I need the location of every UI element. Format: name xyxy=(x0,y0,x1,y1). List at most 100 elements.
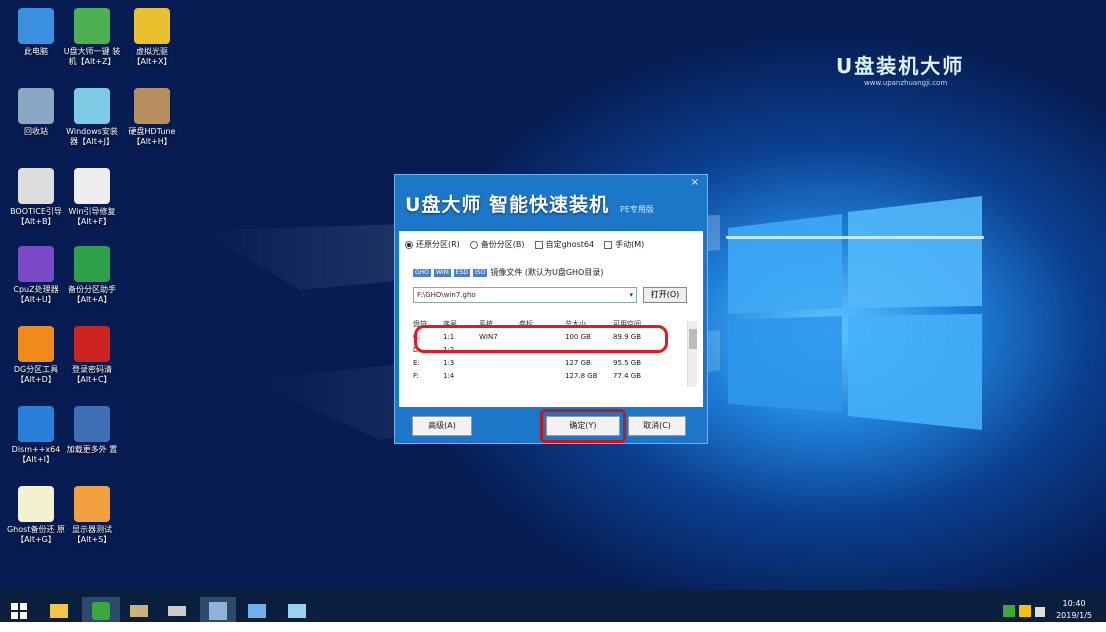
checkbox[interactable] xyxy=(604,240,613,249)
table-cell: 77.4 GB xyxy=(613,371,642,380)
mode-option-label: 还原分区(R) xyxy=(416,240,460,249)
desktop-icon[interactable]: 显示器测试 【Alt+S】 xyxy=(62,486,122,545)
desktop-icon[interactable]: 硬盘HDTune 【Alt+H】 xyxy=(122,88,182,147)
desktop-icon-label: Windows安装 器【Alt+J】 xyxy=(66,127,118,146)
u-master-task-icon[interactable] xyxy=(82,597,120,625)
boot-repair-icon xyxy=(74,168,110,204)
bootice-icon xyxy=(18,168,54,204)
desktop-icon-label: 硬盘HDTune 【Alt+H】 xyxy=(128,127,176,146)
install-task-icon[interactable] xyxy=(282,597,312,625)
cpuz-icon xyxy=(18,246,54,282)
mode-option-label: 手动(M) xyxy=(615,240,645,249)
desktop-icon[interactable]: CpuZ处理器 【Alt+U】 xyxy=(6,246,66,305)
format-tag: GHO xyxy=(413,268,431,277)
virtual-drive-task-icon[interactable] xyxy=(124,597,154,625)
partition-assistant-icon xyxy=(74,246,110,282)
chevron-down-icon[interactable]: ▾ xyxy=(629,291,633,299)
highlight-ok-button xyxy=(540,409,626,443)
mode-option-label: 备份分区(B) xyxy=(480,240,525,249)
format-tag: ISO xyxy=(473,268,488,277)
table-cell: 127.8 GB xyxy=(565,371,598,380)
format-tags: GHO WIM ESD ISO 镜像文件 (默认为U盘GHO目录) xyxy=(413,267,603,278)
cancel-button[interactable]: 取消(C) xyxy=(628,416,686,436)
image-path-input[interactable]: F:\GHO\win7.gho ▾ xyxy=(413,287,637,303)
table-row[interactable]: E: 1:3 127 GB 95.5 GB xyxy=(413,356,691,369)
mode-option-label: 自定ghost64 xyxy=(545,240,595,249)
windows-installer-icon xyxy=(74,88,110,124)
monitor-test-icon xyxy=(74,486,110,522)
mode-options: 还原分区(R) 备份分区(B) 自定ghost64 手动(M) xyxy=(405,239,701,250)
format-tag: ESD xyxy=(453,268,471,277)
recycle-bin-icon xyxy=(18,88,54,124)
desktop-icon[interactable]: DG分区工具 【Alt+D】 xyxy=(6,326,66,385)
password-clear-icon xyxy=(74,326,110,362)
mode-option[interactable]: 备份分区(B) xyxy=(469,239,525,250)
open-button[interactable]: 打开(O) xyxy=(643,287,687,303)
desktop-icon-label: Ghost备份还 原【Alt+G】 xyxy=(6,525,65,544)
desktop-icon[interactable]: BOOTICE引导 【Alt+B】 xyxy=(6,168,66,227)
mode-option[interactable]: 手动(M) xyxy=(604,239,644,250)
desktop-icon-label: Win引导修复 【Alt+F】 xyxy=(68,207,116,226)
desktop-icon-label: 登录密码清 【Alt+C】 xyxy=(72,365,112,384)
desktop-icon[interactable]: 登录密码清 【Alt+C】 xyxy=(62,326,122,385)
ghost-icon xyxy=(18,486,54,522)
table-cell: F: xyxy=(413,371,419,380)
table-scrollbar[interactable] xyxy=(687,321,697,387)
mode-option[interactable]: 自定ghost64 xyxy=(534,239,595,250)
clock[interactable]: 10:40 2019/1/5 xyxy=(1056,598,1092,622)
desktop-icon[interactable]: U盘大师一键 装机【Alt+Z】 xyxy=(62,8,122,67)
table-cell: 127 GB xyxy=(565,358,591,367)
desktop-icon-label: 虚拟光驱 【Alt+X】 xyxy=(132,47,172,66)
dialog-title: U盘大师 智能快速装机 xyxy=(405,194,610,216)
table-cell: 1:3 xyxy=(443,358,455,367)
table-cell: 95.5 GB xyxy=(613,358,642,367)
u-master-icon xyxy=(74,8,110,44)
file-explorer-icon[interactable] xyxy=(44,597,74,625)
tool-task-icon[interactable] xyxy=(200,597,236,625)
close-icon[interactable]: × xyxy=(691,177,699,188)
diskgenius-icon xyxy=(18,326,54,362)
computer-icon xyxy=(18,8,54,44)
desktop-icon[interactable]: 加载更多外 置 xyxy=(62,406,122,455)
format-tag: WIM xyxy=(433,268,451,277)
desktop-icon[interactable]: 虚拟光驱 【Alt+X】 xyxy=(122,8,182,67)
desktop-icon-label: 加载更多外 置 xyxy=(66,445,118,454)
radio-button[interactable] xyxy=(469,240,478,249)
highlight-c-drive xyxy=(414,325,668,353)
hdtune-icon xyxy=(134,88,170,124)
desktop-icon[interactable]: 回收站 xyxy=(6,88,66,137)
radio-button[interactable] xyxy=(405,240,413,249)
desktop-icon-label: 显示器测试 【Alt+S】 xyxy=(72,525,112,544)
desktop-icon-label: 备份分区助手 【Alt+A】 xyxy=(68,285,116,304)
advanced-button[interactable]: 高级(A) xyxy=(412,416,472,436)
desktop-icon-label: CpuZ处理器 【Alt+U】 xyxy=(13,285,59,304)
tray-icons[interactable] xyxy=(1000,597,1050,625)
checkbox[interactable] xyxy=(534,240,543,249)
image-hint: 镜像文件 (默认为U盘GHO目录) xyxy=(490,268,604,277)
dialog-body: 还原分区(R) 备份分区(B) 自定ghost64 手动(M) GHO WIM ESD IS… xyxy=(399,231,703,407)
table-cell: 1:4 xyxy=(443,371,455,380)
monitor-task-icon[interactable] xyxy=(242,597,272,625)
mode-option[interactable]: 还原分区(R) xyxy=(405,239,460,250)
load-more-icon xyxy=(74,406,110,442)
dialog-header: U盘大师 智能快速装机 PE专用版 × xyxy=(395,175,707,231)
desktop-icon-label: BOOTICE引导 【Alt+B】 xyxy=(10,207,62,226)
desktop-icon-label: DG分区工具 【Alt+D】 xyxy=(13,365,59,384)
desktop-icon-label: Dism++x64 【Alt+I】 xyxy=(11,445,61,464)
desktop-icon[interactable]: 备份分区助手 【Alt+A】 xyxy=(62,246,122,305)
desktop-icon[interactable]: Dism++x64 【Alt+I】 xyxy=(6,406,66,465)
disk-task-icon[interactable] xyxy=(162,597,192,625)
table-cell: E: xyxy=(413,358,420,367)
dism-icon xyxy=(18,406,54,442)
desktop-icon[interactable]: Windows安装 器【Alt+J】 xyxy=(62,88,122,147)
bottom-strip xyxy=(0,622,1106,632)
table-row[interactable]: F: 1:4 127.8 GB 77.4 GB xyxy=(413,369,691,382)
start-icon[interactable] xyxy=(4,597,34,625)
desktop-icon-label: 回收站 xyxy=(24,127,48,136)
desktop-icon-label: 此电脑 xyxy=(24,47,48,56)
desktop-icon[interactable]: Win引导修复 【Alt+F】 xyxy=(62,168,122,227)
desktop-icon[interactable]: 此电脑 xyxy=(6,8,66,57)
desktop-icon-label: U盘大师一键 装机【Alt+Z】 xyxy=(63,47,121,66)
install-dialog: U盘大师 智能快速装机 PE专用版 × 还原分区(R) 备份分区(B) 自定ghos… xyxy=(394,174,708,444)
desktop-icon[interactable]: Ghost备份还 原【Alt+G】 xyxy=(6,486,66,545)
